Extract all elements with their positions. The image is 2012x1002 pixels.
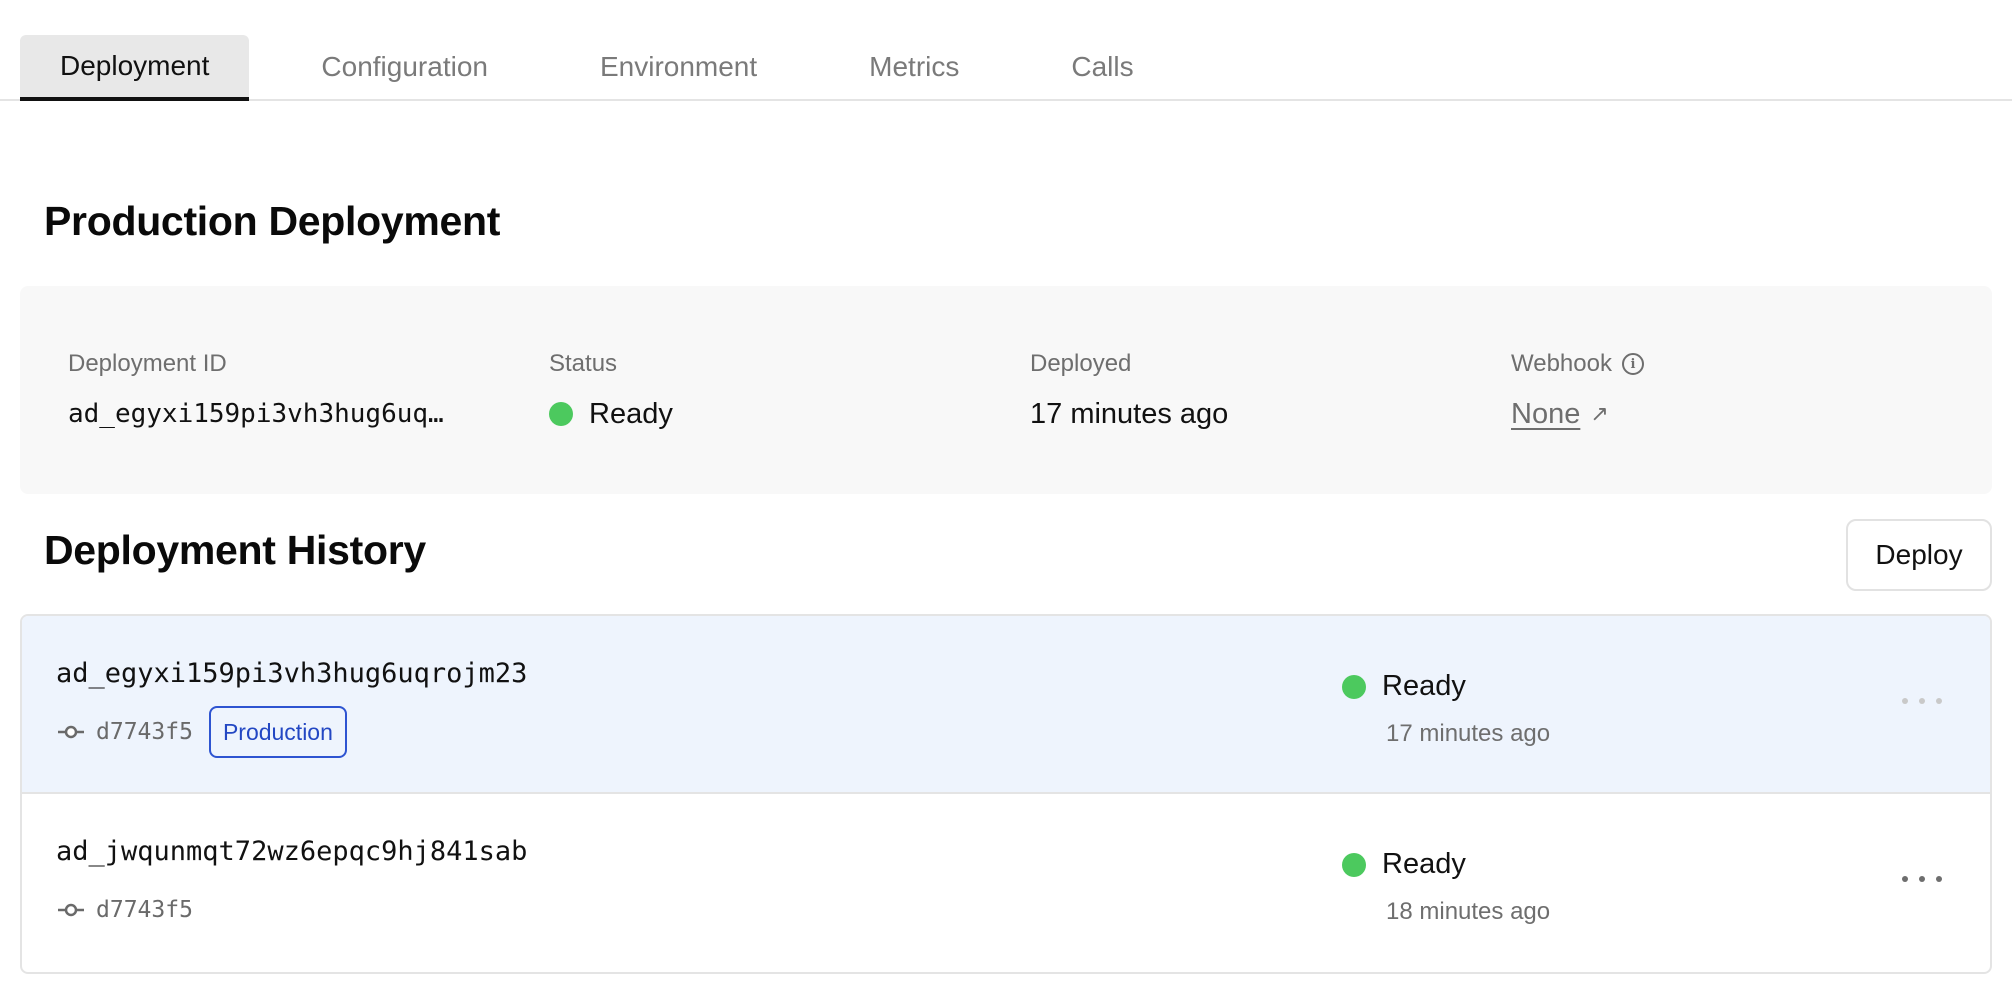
webhook-field: Webhook i None ↗ xyxy=(1511,350,1992,494)
deployment-history-heading: Deployment History xyxy=(44,527,426,574)
history-row-status: Ready xyxy=(1342,848,1466,881)
deployment-id-field: Deployment ID ad_egyxi159pi3vh3hug6uq… xyxy=(68,350,549,494)
tab-configuration[interactable]: Configuration xyxy=(281,35,528,99)
production-summary-panel: Deployment ID ad_egyxi159pi3vh3hug6uq… S… xyxy=(20,286,1992,494)
info-icon[interactable]: i xyxy=(1622,353,1644,375)
status-field: Status Ready xyxy=(549,350,1030,494)
tab-calls[interactable]: Calls xyxy=(1031,35,1173,99)
deployed-value: 17 minutes ago xyxy=(1030,394,1511,434)
status-dot-icon xyxy=(549,402,573,426)
status-text: Ready xyxy=(1382,670,1466,703)
history-row-meta: d7743f5 xyxy=(56,884,193,936)
history-row[interactable]: ad_egyxi159pi3vh3hug6uqrojm23 d7743f5 Pr… xyxy=(22,616,1990,794)
commit-icon xyxy=(56,900,86,920)
history-row-meta: d7743f5 Production xyxy=(56,706,347,758)
commit-sha: d7743f5 xyxy=(96,719,193,745)
history-row-status: Ready xyxy=(1342,670,1466,703)
webhook-label: Webhook i xyxy=(1511,350,1992,378)
status-label: Status xyxy=(549,350,1030,378)
tab-bar: Deployment Configuration Environment Met… xyxy=(0,0,2012,101)
tab-deployment[interactable]: Deployment xyxy=(20,35,249,101)
commit-icon xyxy=(56,722,86,742)
deployed-field: Deployed 17 minutes ago xyxy=(1030,350,1511,494)
external-link-icon: ↗ xyxy=(1590,401,1608,427)
deployment-id-label: Deployment ID xyxy=(68,350,549,378)
tab-metrics[interactable]: Metrics xyxy=(829,35,999,99)
webhook-value: None ↗ xyxy=(1511,394,1992,434)
webhook-link[interactable]: None xyxy=(1511,398,1580,431)
deployment-history-list: ad_egyxi159pi3vh3hug6uqrojm23 d7743f5 Pr… xyxy=(20,614,1992,974)
commit-sha: d7743f5 xyxy=(96,897,193,923)
more-horizontal-icon[interactable] xyxy=(1902,864,1942,894)
status-value: Ready xyxy=(549,394,1030,434)
history-row-time: 17 minutes ago xyxy=(1386,720,1550,748)
deploy-button[interactable]: Deploy xyxy=(1846,519,1992,591)
history-row[interactable]: ad_jwqunmqt72wz6epqc9hj841sab d7743f5 Re… xyxy=(22,794,1990,972)
status-text: Ready xyxy=(1382,848,1466,881)
tab-environment[interactable]: Environment xyxy=(560,35,797,99)
deployed-label: Deployed xyxy=(1030,350,1511,378)
production-deployment-heading: Production Deployment xyxy=(44,198,500,245)
production-badge: Production xyxy=(209,706,347,758)
deployment-id-value: ad_egyxi159pi3vh3hug6uq… xyxy=(68,394,549,434)
history-row-id: ad_jwqunmqt72wz6epqc9hj841sab xyxy=(56,836,527,867)
more-horizontal-icon[interactable] xyxy=(1902,686,1942,716)
history-row-id: ad_egyxi159pi3vh3hug6uqrojm23 xyxy=(56,658,527,689)
status-dot-icon xyxy=(1342,675,1366,699)
status-text: Ready xyxy=(589,398,673,431)
deployment-page: Deployment Configuration Environment Met… xyxy=(0,0,2012,1002)
history-row-time: 18 minutes ago xyxy=(1386,898,1550,926)
status-dot-icon xyxy=(1342,853,1366,877)
